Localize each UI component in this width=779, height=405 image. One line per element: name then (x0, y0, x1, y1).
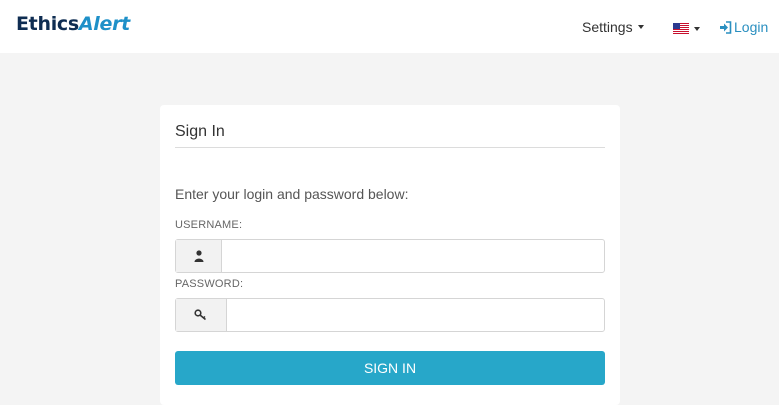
settings-dropdown[interactable]: Settings (582, 19, 644, 35)
caret-down-icon (637, 25, 644, 30)
password-input-group (175, 298, 605, 332)
sign-in-panel: Sign In Enter your login and password be… (160, 105, 620, 405)
sign-in-button[interactable]: SIGN IN (175, 351, 605, 385)
username-label: USERNAME: (175, 219, 243, 231)
settings-label: Settings (582, 19, 633, 35)
language-dropdown[interactable] (673, 21, 700, 39)
password-input[interactable] (227, 299, 604, 331)
logo-text-ethics: Ethics (16, 13, 79, 35)
key-icon (176, 299, 227, 331)
login-link[interactable]: Login (719, 19, 768, 35)
login-label: Login (734, 19, 769, 35)
caret-down-icon (694, 27, 700, 31)
logo-text-alert: Alert (78, 13, 130, 35)
username-input[interactable] (222, 240, 604, 272)
brand-logo[interactable]: EthicsAlert (16, 13, 130, 35)
sign-in-icon (720, 21, 732, 34)
panel-divider (175, 147, 605, 148)
panel-title: Sign In (175, 123, 225, 140)
username-input-group (175, 239, 605, 273)
user-icon (176, 240, 222, 272)
intro-text: Enter your login and password below: (175, 186, 409, 202)
password-label: PASSWORD: (175, 278, 244, 290)
us-flag-icon (673, 21, 689, 39)
top-navbar: EthicsAlert Settings Login (0, 0, 779, 53)
